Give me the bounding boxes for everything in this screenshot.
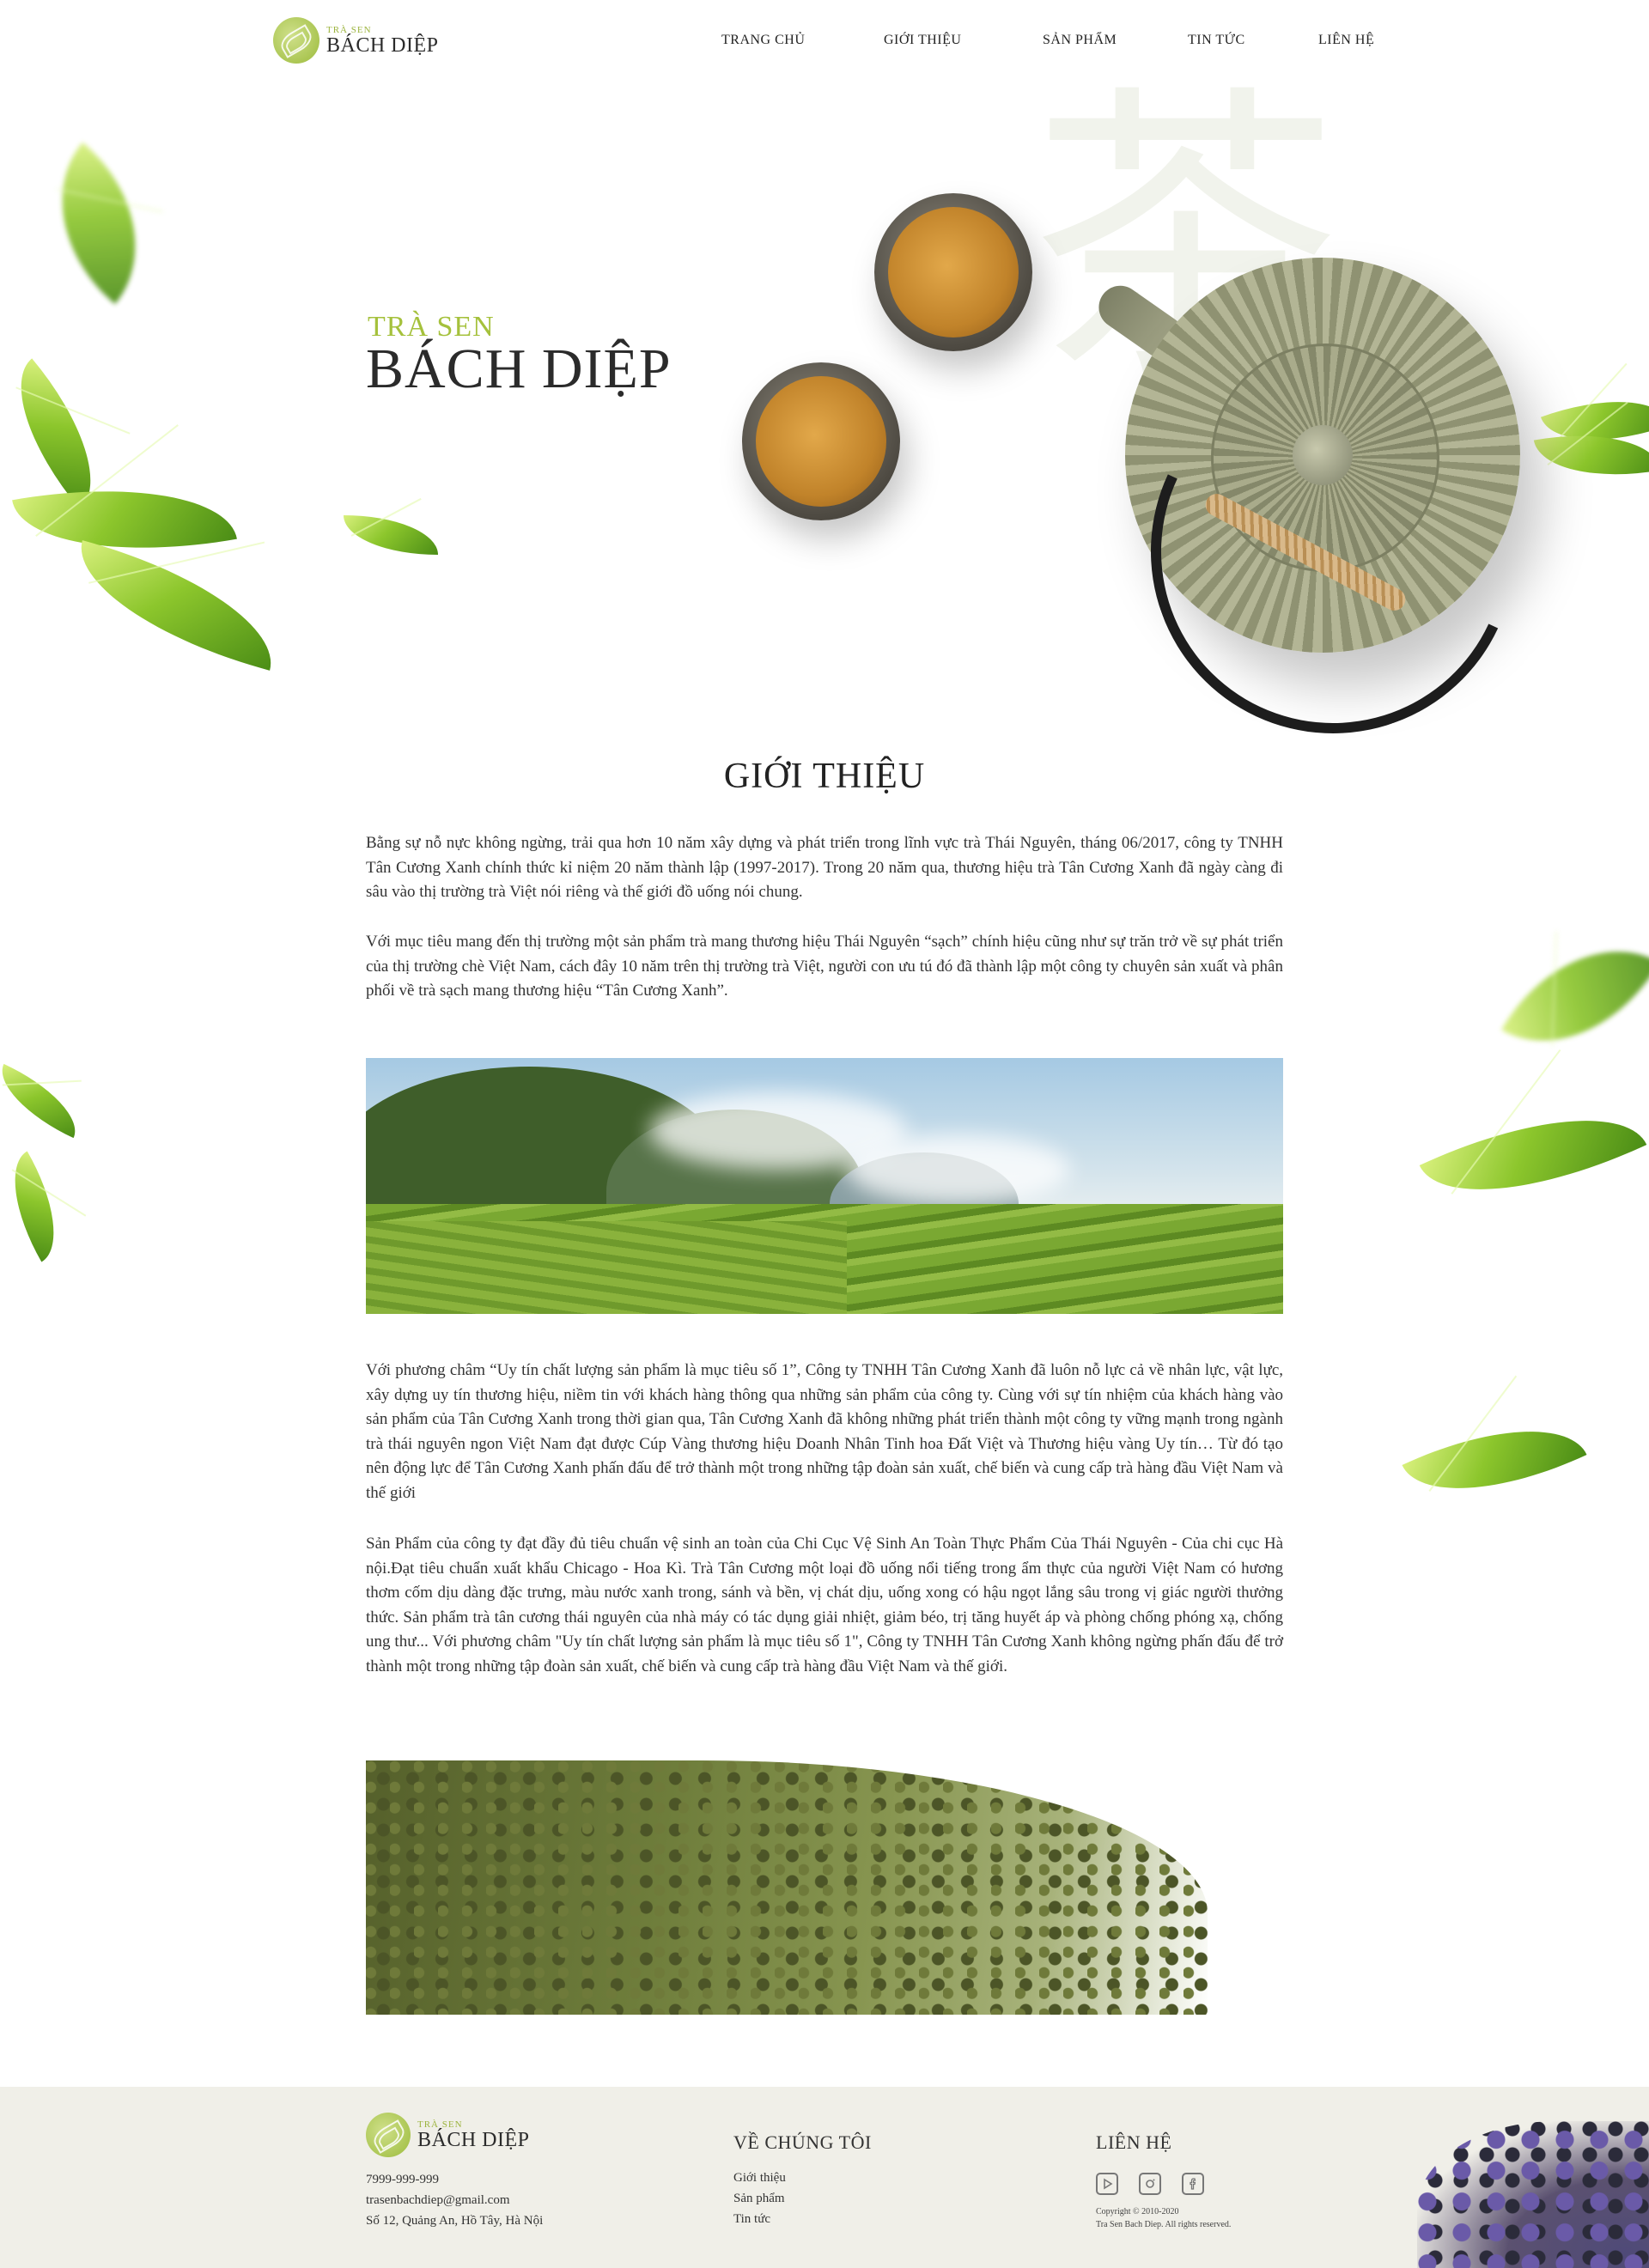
instagram-icon[interactable]	[1139, 2173, 1161, 2195]
footer-contact-heading: LIÊN HỆ	[1096, 2131, 1172, 2153]
tea-leaf-decoration	[344, 515, 438, 555]
intro-paragraph: Sản Phẩm của công ty đạt đầy đủ tiêu chu…	[366, 1535, 1283, 1675]
tea-leaf-decoration	[1501, 910, 1649, 1082]
footer-brand-small: TRÀ SEN	[417, 2119, 463, 2130]
tea-leaf-decoration	[1402, 1392, 1587, 1528]
intro-paragraph: Bằng sự nỗ nực không ngừng, trải qua hơn…	[366, 834, 1283, 901]
nav-item-products[interactable]: SẢN PHẨM	[1043, 33, 1117, 48]
tea-cup-image	[742, 362, 900, 520]
nav-item-about[interactable]: GIỚI THIỆU	[884, 33, 961, 48]
site-footer: TRÀ SEN BÁCH DIỆP 7999-999-999 trasenbac…	[0, 2087, 1649, 2268]
facebook-icon[interactable]	[1182, 2173, 1204, 2195]
intro-paragraph: Với phương châm “Uy tín chất lượng sản p…	[366, 1361, 1283, 1502]
footer-email[interactable]: trasenbachdiep@gmail.com	[366, 2193, 510, 2208]
youtube-icon[interactable]	[1096, 2173, 1118, 2195]
footer-about-heading: VỀ CHÚNG TÔI	[733, 2131, 872, 2153]
footer-phone: 7999-999-999	[366, 2173, 439, 2186]
tea-leaf-decoration	[0, 358, 126, 509]
section-title: GIỚI THIỆU	[723, 757, 926, 796]
footer-link-about[interactable]: Giới thiệu	[733, 2171, 786, 2186]
tea-plantation-image	[366, 1058, 1283, 1314]
tea-leaf-decoration	[0, 1063, 90, 1139]
footer-link-products[interactable]: Sản phẩm	[733, 2192, 785, 2206]
intro-paragraph: Với mục tiêu mang đến thị trường một sản…	[366, 933, 1283, 1000]
dried-flower-decoration	[1417, 2121, 1649, 2268]
tea-leaf-decoration	[1419, 1074, 1647, 1236]
site-header: TRÀ SEN BÁCH DIỆP TRANG CHỦ GIỚI THIỆU S…	[0, 0, 1649, 86]
footer-logo[interactable]: TRÀ SEN BÁCH DIỆP	[366, 2113, 530, 2157]
tea-leaf-decoration	[15, 142, 182, 305]
nav-item-contact[interactable]: LIÊN HỆ	[1318, 33, 1374, 48]
tea-leaf-decoration	[0, 1151, 79, 1262]
tea-leaf-logo-icon	[366, 2113, 411, 2157]
teapot-image	[1090, 258, 1567, 785]
tea-cup-image	[874, 193, 1032, 351]
nav-item-news[interactable]: TIN TỨC	[1188, 33, 1245, 48]
main-nav: TRANG CHỦ GIỚI THIỆU SẢN PHẨM TIN TỨC LI…	[0, 33, 1649, 53]
copyright-line: Tra Sen Bach Diep. All rights reserved.	[1096, 2220, 1232, 2229]
footer-link-news[interactable]: Tin tức	[733, 2212, 770, 2227]
dried-tea-leaves-image	[366, 1760, 1283, 2015]
tea-leaf-decoration	[62, 540, 290, 671]
hero-banner: 茶 TRÀ SEN BÁCH DIỆP	[0, 86, 1649, 785]
hero-title: BÁCH DIỆP	[366, 337, 672, 400]
copyright-line: Copyright © 2010-2020	[1096, 2207, 1179, 2216]
nav-item-home[interactable]: TRANG CHỦ	[721, 33, 805, 48]
footer-brand-big: BÁCH DIỆP	[417, 2128, 530, 2151]
footer-address: Số 12, Quảng An, Hồ Tây, Hà Nội	[366, 2214, 544, 2228]
